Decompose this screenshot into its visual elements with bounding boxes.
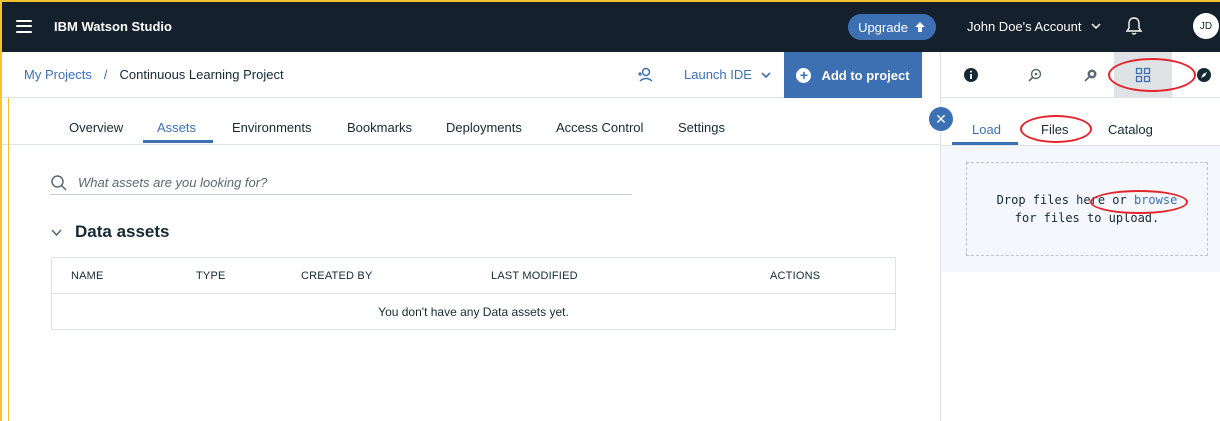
info-icon[interactable] bbox=[951, 52, 991, 98]
active-tab-indicator bbox=[143, 140, 213, 143]
browse-link[interactable]: browse bbox=[1134, 193, 1177, 207]
column-header-actions: ACTIONS bbox=[770, 270, 821, 282]
data-refinery-icon[interactable] bbox=[1071, 52, 1111, 98]
chevron-down-icon bbox=[51, 228, 62, 236]
tab-bookmarks[interactable]: Bookmarks bbox=[347, 120, 412, 135]
tab-overview[interactable]: Overview bbox=[69, 120, 123, 135]
section-title: Data assets bbox=[75, 222, 170, 241]
add-to-project-button[interactable]: + Add to project bbox=[784, 52, 922, 98]
avatar[interactable]: JD bbox=[1193, 13, 1219, 39]
data-assets-toggle[interactable]: Data assets bbox=[50, 222, 170, 242]
table-header-row: NAME TYPE CREATED BY LAST MODIFIED ACTIO… bbox=[52, 258, 895, 294]
left-edge-accent bbox=[8, 98, 9, 421]
chevron-down-icon[interactable] bbox=[1090, 20, 1102, 32]
breadcrumb-separator: / bbox=[103, 67, 108, 82]
breadcrumb-current-project: Continuous Learning Project bbox=[119, 67, 284, 82]
asset-search bbox=[50, 171, 632, 195]
compass-icon[interactable] bbox=[1184, 52, 1220, 98]
close-panel-button[interactable]: ✕ bbox=[929, 107, 953, 131]
upgrade-button[interactable]: Upgrade bbox=[848, 14, 936, 40]
tab-assets[interactable]: Assets bbox=[157, 120, 196, 135]
dropzone-text: Drop files here or bbox=[996, 193, 1127, 207]
dropzone-text-secondary: for files to upload. bbox=[1014, 211, 1160, 225]
tab-access-control[interactable]: Access Control bbox=[556, 120, 643, 135]
column-header-created-by[interactable]: CREATED BY bbox=[301, 270, 372, 282]
hamburger-menu-icon[interactable] bbox=[16, 19, 32, 33]
file-dropzone[interactable]: Drop files here or browse for files to u… bbox=[966, 162, 1208, 256]
breadcrumb: My Projects / Continuous Learning Projec… bbox=[0, 52, 922, 98]
panel-active-tab-indicator bbox=[952, 142, 1018, 145]
find-data-icon[interactable] bbox=[1015, 52, 1055, 98]
tab-deployments[interactable]: Deployments bbox=[446, 120, 522, 135]
column-header-name[interactable]: NAME bbox=[71, 270, 104, 282]
add-collaborator-icon[interactable] bbox=[636, 66, 654, 84]
column-header-last-modified[interactable]: LAST MODIFIED bbox=[491, 270, 578, 282]
chevron-down-icon bbox=[761, 71, 771, 78]
panel-tab-catalog[interactable]: Catalog bbox=[1108, 122, 1153, 137]
breadcrumb-my-projects[interactable]: My Projects bbox=[24, 67, 92, 82]
panel-icon-bar bbox=[941, 52, 1220, 98]
panel-tab-files[interactable]: Files bbox=[1041, 122, 1068, 137]
arrow-up-icon bbox=[914, 22, 925, 32]
add-to-project-label: Add to project bbox=[821, 67, 910, 83]
close-icon: ✕ bbox=[935, 110, 947, 127]
launch-ide-label: Launch IDE bbox=[684, 67, 752, 82]
notification-bell-icon[interactable] bbox=[1125, 16, 1143, 36]
project-tabs: Overview Assets Environments Bookmarks D… bbox=[0, 98, 940, 145]
plus-circle-icon: + bbox=[796, 67, 812, 83]
tab-settings[interactable]: Settings bbox=[678, 120, 725, 135]
data-icon[interactable] bbox=[1114, 52, 1172, 98]
table-empty-message: You don't have any Data assets yet. bbox=[378, 304, 569, 319]
tab-environments[interactable]: Environments bbox=[232, 120, 311, 135]
panel-tab-load[interactable]: Load bbox=[972, 122, 1001, 137]
upgrade-label: Upgrade bbox=[858, 19, 908, 35]
launch-ide-button[interactable]: Launch IDE bbox=[684, 67, 772, 82]
account-switcher[interactable]: John Doe's Account bbox=[967, 19, 1082, 34]
search-icon bbox=[51, 174, 67, 191]
search-input[interactable] bbox=[78, 175, 618, 190]
data-assets-table: NAME TYPE CREATED BY LAST MODIFIED ACTIO… bbox=[51, 257, 896, 330]
app-title: IBM Watson Studio bbox=[54, 18, 172, 34]
dropzone-line-1: Drop files here or browse bbox=[997, 191, 1178, 209]
column-header-type[interactable]: TYPE bbox=[196, 270, 226, 282]
